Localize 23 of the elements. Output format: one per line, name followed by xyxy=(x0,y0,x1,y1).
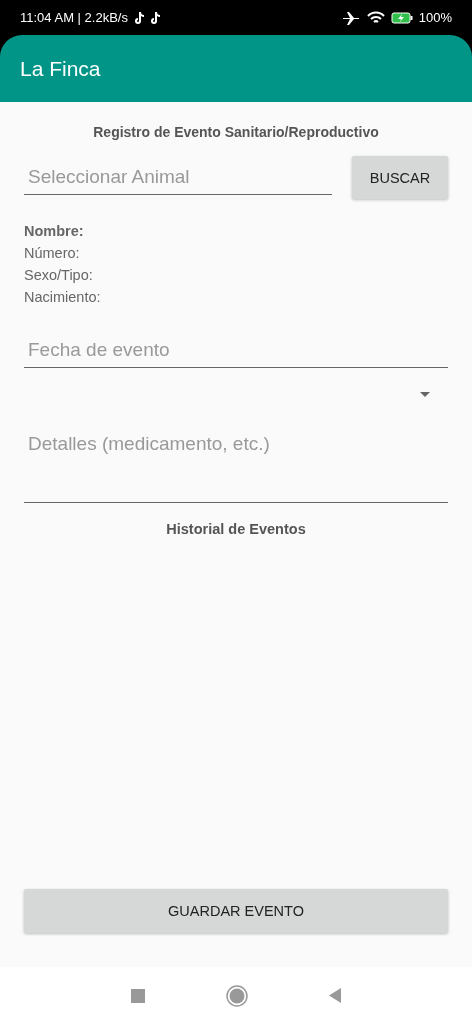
search-button[interactable]: BUSCAR xyxy=(352,156,448,199)
save-button[interactable]: GUARDAR EVENTO xyxy=(24,889,448,933)
info-label: Sexo/Tipo: xyxy=(24,267,94,283)
status-time: 11:04 AM | 2.2kB/s xyxy=(20,10,128,25)
details-field[interactable]: Detalles (medicamento, etc.) xyxy=(24,423,448,503)
date-field[interactable]: Fecha de evento xyxy=(24,333,448,368)
info-label: Nombre: xyxy=(24,223,85,239)
battery-percent: 100% xyxy=(418,10,452,25)
info-label: Número: xyxy=(24,245,81,261)
music-note-icon xyxy=(149,11,160,24)
wifi-icon xyxy=(366,10,385,25)
airplane-icon xyxy=(342,10,361,25)
animal-field[interactable]: Seleccionar Animal xyxy=(24,160,332,195)
dropdown-arrow-icon[interactable] xyxy=(420,392,430,397)
battery-icon xyxy=(390,11,413,24)
info-label: Nacimiento: xyxy=(24,289,102,305)
back-icon[interactable] xyxy=(329,988,342,1003)
home-icon[interactable] xyxy=(226,984,248,1007)
music-note-icon xyxy=(133,11,144,24)
form-title: Registro de Evento Sanitario/Reproductivo xyxy=(93,124,379,140)
app-title: La Finca xyxy=(20,56,101,81)
history-title: Historial de Eventos xyxy=(166,521,306,537)
recents-icon[interactable] xyxy=(130,988,145,1003)
